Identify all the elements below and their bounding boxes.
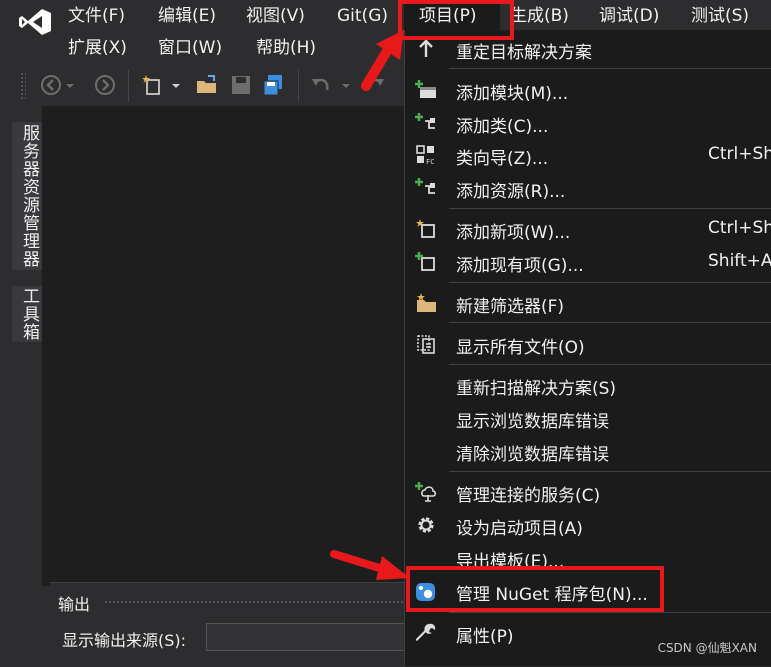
menu-help[interactable]: 帮助(H): [256, 38, 316, 58]
menu-item-label: 管理连接的服务(C): [456, 486, 601, 506]
menu-git[interactable]: Git(G): [337, 6, 388, 26]
output-title-grip[interactable]: [104, 600, 404, 604]
add-resource-icon: [415, 178, 435, 194]
menu-window[interactable]: 窗口(W): [158, 38, 222, 58]
open-folder-icon[interactable]: [196, 74, 218, 96]
add-new-item-icon: [416, 219, 435, 238]
menu-view[interactable]: 视图(V): [246, 6, 305, 26]
add-class-icon: [415, 113, 435, 129]
menu-item-add-existing-item[interactable]: 添加现有项(G)... Shift+A: [405, 245, 771, 277]
menu-debug[interactable]: 调试(D): [599, 6, 659, 26]
menu-separator: [449, 282, 771, 283]
tab-server-explorer[interactable]: 服务器资源管理器: [12, 122, 42, 270]
class-wizard-icon: FC: [416, 145, 434, 166]
add-existing-item-icon: [415, 252, 435, 271]
toolbar-separator: [128, 70, 129, 102]
forward-icon[interactable]: [94, 74, 116, 96]
menu-item-rescan-solution[interactable]: 重新扫描解决方案(S): [405, 368, 771, 400]
menu-item-clear-browse-db-errors[interactable]: 清除浏览数据库错误: [405, 434, 771, 466]
menu-item-label: 设为启动项目(A): [456, 519, 583, 539]
toolbar-grip[interactable]: [20, 72, 26, 100]
new-filter-icon: [417, 293, 436, 312]
chevron-down-icon[interactable]: [340, 74, 352, 96]
toolbar: [0, 66, 410, 106]
menu-separator: [449, 471, 771, 472]
toolbar-separator: [298, 70, 299, 102]
menu-item-show-browse-db-errors[interactable]: 显示浏览数据库错误: [405, 401, 771, 433]
menu-item-label: 清除浏览数据库错误: [456, 445, 609, 465]
menu-item-label: 添加现有项(G)...: [456, 256, 584, 276]
menu-item-label: 新建筛选器(F): [456, 297, 565, 317]
menu-item-label: 属性(P): [456, 627, 514, 647]
menu-item-add-class[interactable]: 添加类(C)...: [405, 106, 771, 138]
menu-item-label: 重新扫描解决方案(S): [456, 379, 617, 399]
gear-icon: [418, 517, 434, 533]
menu-item-add-module[interactable]: 添加模块(M)...: [405, 73, 771, 105]
menu-item-label: 添加新项(W)...: [456, 223, 571, 243]
menu-item-add-new-item[interactable]: 添加新项(W)... Ctrl+Sh: [405, 212, 771, 244]
menu-item-label: 显示浏览数据库错误: [456, 412, 609, 432]
menu-separator: [449, 68, 771, 69]
menu-item-label: 添加资源(R)...: [456, 182, 566, 202]
wrench-icon: [415, 623, 436, 641]
save-icon[interactable]: [230, 74, 252, 96]
menu-item-shortcut: Ctrl+Sh: [708, 218, 771, 238]
menu-item-new-filter[interactable]: 新建筛选器(F): [405, 286, 771, 318]
output-title: 输出: [58, 595, 91, 614]
new-project-icon[interactable]: [142, 74, 164, 96]
menu-build[interactable]: 生成(B): [510, 6, 569, 26]
chevron-down-icon[interactable]: [170, 74, 182, 96]
connected-services-icon: [415, 482, 437, 502]
menu-item-label: 添加类(C)...: [456, 117, 549, 137]
add-module-icon: [415, 80, 436, 98]
output-panel: 输出 显示输出来源(S):: [50, 582, 410, 667]
back-icon[interactable]: [40, 74, 62, 96]
menu-file[interactable]: 文件(F): [68, 6, 125, 26]
menu-separator: [449, 612, 771, 613]
menu-item-class-wizard[interactable]: FC 类向导(Z)... Ctrl+Sh: [405, 138, 771, 170]
menu-test[interactable]: 测试(S): [691, 6, 749, 26]
watermark: CSDN @仙魁XAN: [657, 641, 757, 655]
menu-item-label: 添加模块(M)...: [456, 84, 569, 104]
menu-item-show-all-files[interactable]: 显示所有文件(O): [405, 327, 771, 359]
menu-extensions[interactable]: 扩展(X): [68, 38, 127, 58]
menu-item-label: 类向导(Z)...: [456, 149, 549, 169]
output-source-label: 显示输出来源(S):: [62, 631, 187, 650]
menu-item-label: 重定目标解决方案: [456, 43, 592, 63]
tab-toolbox[interactable]: 工具箱: [12, 286, 42, 342]
arrow-up-icon: [419, 39, 433, 57]
menu-item-set-as-startup[interactable]: 设为启动项目(A): [405, 508, 771, 540]
svg-text:FC: FC: [426, 158, 434, 166]
save-all-icon[interactable]: [262, 74, 284, 96]
visual-studio-logo-icon: [19, 9, 51, 35]
editor-workspace: [42, 106, 408, 586]
chevron-down-icon[interactable]: [64, 74, 76, 96]
highlight-nuget-item: [406, 566, 664, 612]
menu-separator: [449, 364, 771, 365]
menu-item-shortcut: Ctrl+Sh: [708, 144, 771, 164]
menu-item-add-resource[interactable]: 添加资源(R)...: [405, 171, 771, 203]
menu-separator: [449, 322, 771, 323]
highlight-project-menu: [398, 0, 514, 40]
output-source-select[interactable]: [206, 623, 410, 651]
left-strip: [0, 110, 10, 666]
red-arrow-icon: [330, 550, 410, 580]
undo-icon[interactable]: [310, 74, 332, 96]
menu-item-shortcut: Shift+A: [708, 251, 771, 271]
show-all-files-icon: [417, 335, 435, 354]
menu-item-manage-connected-services[interactable]: 管理连接的服务(C): [405, 475, 771, 507]
menu-edit[interactable]: 编辑(E): [158, 6, 216, 26]
menu-separator: [449, 208, 771, 209]
red-arrow-icon: [361, 30, 404, 91]
menu-item-label: 显示所有文件(O): [456, 338, 585, 358]
